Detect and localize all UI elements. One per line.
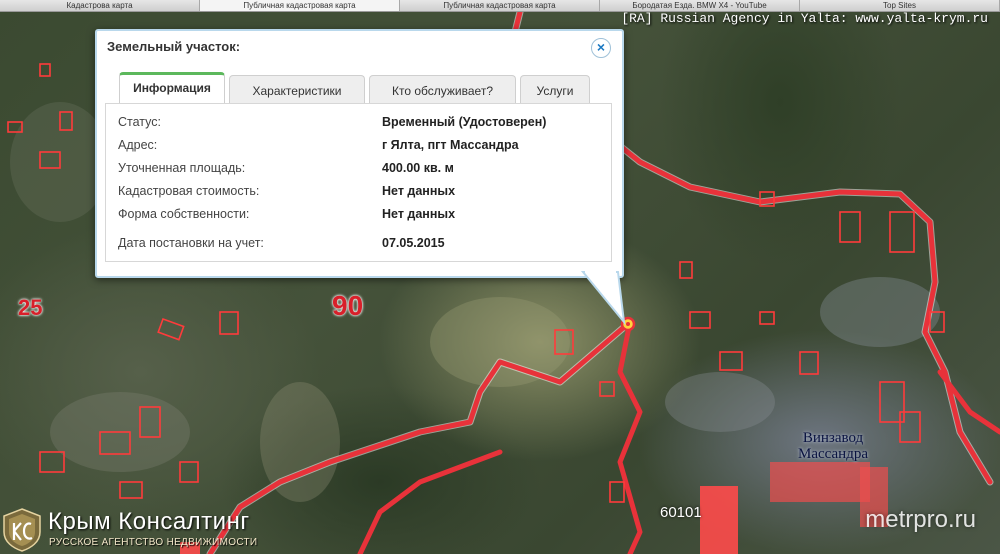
tab-who-serves[interactable]: Кто обслуживает? — [369, 75, 516, 104]
logo-subtitle: РУССКОЕ АГЕНТСТВО НЕДВИЖИМОСТИ — [49, 537, 258, 548]
selected-parcel-marker[interactable] — [620, 316, 636, 332]
info-key: Форма собственности: — [118, 207, 250, 221]
info-value: Нет данных — [382, 207, 456, 221]
watermark: metrpro.ru — [865, 506, 976, 533]
winery-label: Винзавод Массандра — [778, 430, 888, 462]
info-row-registration-date: Дата постановки на учет: 07.05.2015 — [118, 235, 598, 251]
info-key: Уточненная площадь: — [118, 161, 246, 175]
info-value: Нет данных — [382, 184, 456, 198]
popup-title: Земельный участок: — [107, 39, 241, 54]
company-logo: Крым Консалтинг РУССКОЕ АГЕНТСТВО НЕДВИЖ… — [2, 508, 257, 554]
info-key: Дата постановки на учет: — [118, 236, 264, 250]
close-button[interactable]: × — [591, 38, 611, 58]
map-label-90: 90 — [332, 290, 364, 321]
winery-label-line1: Винзавод — [802, 430, 864, 446]
browser-tab-strip: Кадастрова карта Публичная кадастровая к… — [0, 0, 1000, 12]
info-key: Адрес: — [118, 138, 158, 152]
land-parcel-popup: Земельный участок: × Информация Характер… — [95, 29, 624, 278]
info-value: Временный (Удостоверен) — [382, 115, 547, 129]
logo-emblem-icon — [3, 508, 41, 552]
browser-tab[interactable]: Top Sites — [800, 0, 1000, 11]
popup-content: Информация Характеристики Кто обслуживае… — [105, 72, 612, 262]
close-icon[interactable]: × — [597, 39, 605, 55]
information-panel: Статус: Временный (Удостоверен) Адрес: г… — [105, 103, 612, 262]
browser-tab[interactable]: Бородатая Езда. BMW X4 - YouTube — [600, 0, 800, 11]
agency-overlay-text: [RA] Russian Agency in Yalta: www.yalta-… — [621, 11, 988, 26]
info-value: г Ялта, пгт Массандра — [382, 138, 519, 152]
tab-characteristics[interactable]: Характеристики — [229, 75, 365, 104]
info-value: 07.05.2015 — [382, 236, 445, 250]
map-label-25: 25 — [18, 295, 43, 320]
tab-services[interactable]: Услуги — [520, 75, 590, 104]
tab-information[interactable]: Информация — [119, 72, 225, 105]
info-row-address: Адрес: г Ялта, пгт Массандра — [118, 137, 598, 153]
info-row-area: Уточненная площадь: 400.00 кв. м — [118, 160, 598, 176]
info-row-cadastral-value: Кадастровая стоимость: Нет данных — [118, 183, 598, 199]
info-key: Статус: — [118, 115, 161, 129]
logo-title: Крым Консалтинг — [48, 508, 250, 535]
info-row-status: Статус: Временный (Удостоверен) — [118, 114, 598, 130]
browser-tab-active[interactable]: Публичная кадастровая карта — [200, 0, 400, 11]
info-key: Кадастровая стоимость: — [118, 184, 260, 198]
map-label-60101: 60101 — [660, 504, 702, 521]
info-value: 400.00 кв. м — [382, 161, 454, 175]
browser-tab[interactable]: Кадастрова карта — [0, 0, 200, 11]
winery-label-line2: Массандра — [798, 446, 868, 462]
browser-tab[interactable]: Публичная кадастровая карта — [400, 0, 600, 11]
info-row-ownership: Форма собственности: Нет данных — [118, 206, 598, 222]
